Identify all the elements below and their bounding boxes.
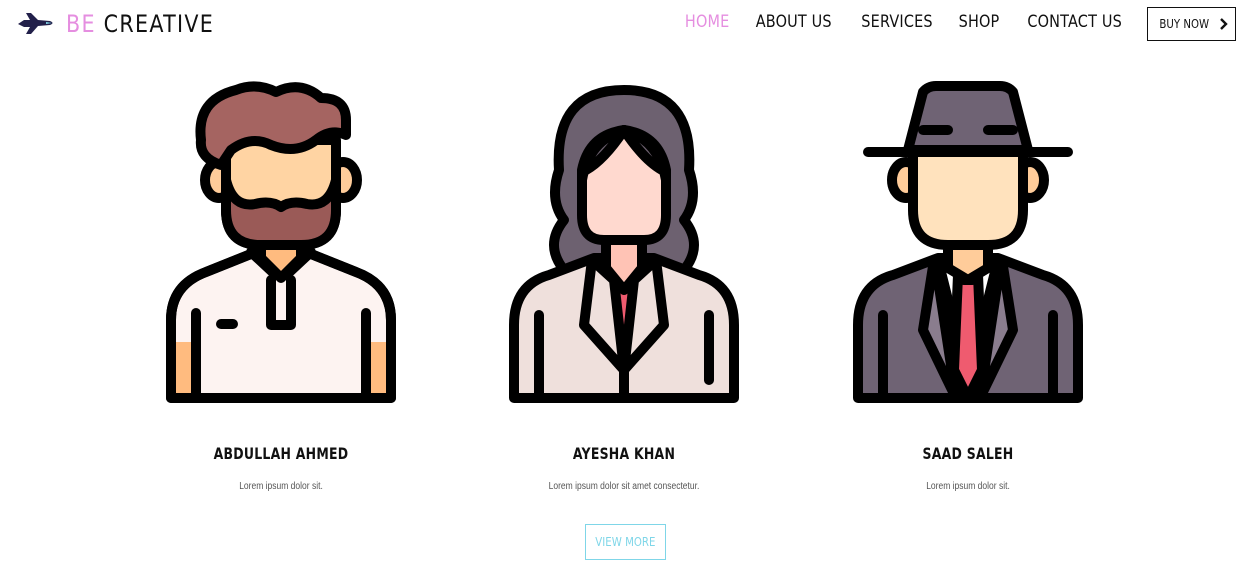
team-card: AYESHA KHAN Lorem ipsum dolor sit amet c…	[474, 80, 774, 492]
bearded-man-avatar	[166, 81, 396, 403]
nav-home[interactable]: HOME	[685, 12, 730, 32]
member-description: Lorem ipsum dolor sit.	[926, 481, 1010, 492]
member-description: Lorem ipsum dolor sit amet consectetur.	[548, 481, 700, 492]
woman-avatar	[509, 85, 739, 403]
brand-logo[interactable]: BE CREATIVE	[16, 8, 238, 40]
member-name: AYESHA KHAN	[572, 444, 676, 463]
member-name: ABDULLAH AHMED	[213, 444, 349, 463]
view-more-label: VIEW MORE	[595, 535, 656, 549]
member-description: Lorem ipsum dolor sit.	[239, 481, 323, 492]
chevron-right-icon	[1220, 18, 1228, 30]
nav-menu: HOME ABOUT US SERVICES SHOP CONTACT US	[681, 12, 1130, 32]
nav-about-us[interactable]: ABOUT US	[756, 12, 832, 32]
member-name: SAAD SALEH	[922, 444, 1014, 463]
man-in-hat-avatar	[853, 81, 1083, 403]
buy-now-button[interactable]: BUY NOW	[1147, 7, 1236, 41]
jet-plane-icon	[18, 13, 53, 34]
nav-shop[interactable]: SHOP	[958, 12, 999, 32]
team-card: ABDULLAH AHMED Lorem ipsum dolor sit.	[131, 80, 431, 492]
navbar: BE CREATIVE HOME ABOUT US SERVICES SHOP …	[0, 0, 1248, 48]
buy-now-label: BUY NOW	[1159, 17, 1209, 31]
team-card: SAAD SALEH Lorem ipsum dolor sit.	[818, 80, 1118, 492]
view-more-button[interactable]: VIEW MORE	[585, 524, 666, 560]
nav-services[interactable]: SERVICES	[861, 12, 932, 32]
brand-name: BE CREATIVE	[66, 10, 215, 38]
nav-contact-us[interactable]: CONTACT US	[1027, 12, 1122, 32]
